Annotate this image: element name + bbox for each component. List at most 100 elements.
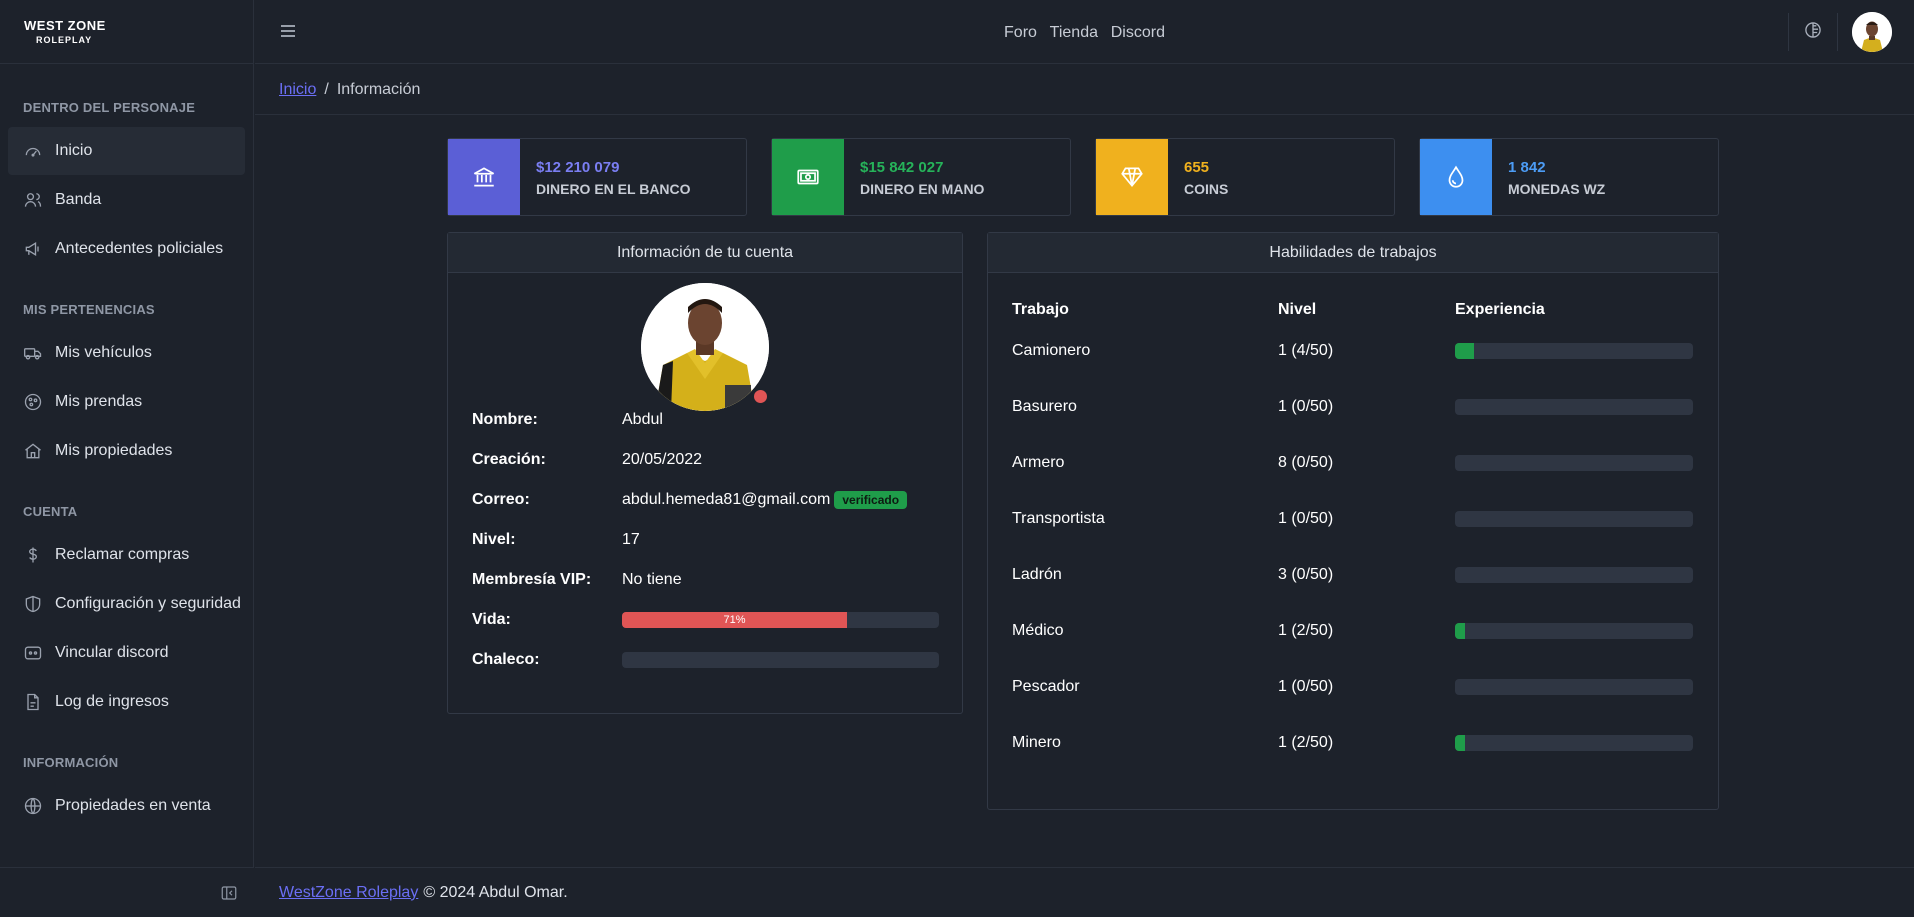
- stat-label: DINERO EN EL BANCO: [536, 181, 691, 197]
- collapse-sidebar-icon[interactable]: [220, 884, 238, 902]
- megaphone-icon: [25, 241, 39, 257]
- shield-icon: [25, 595, 41, 613]
- sidebar-item-label: Configuración y seguridad: [55, 595, 241, 612]
- job-exp-cell: [1455, 567, 1693, 583]
- brand-line2: ROLEPLAY: [36, 35, 93, 45]
- page-footer: WestZone Roleplay © 2024 Abdul Omar.: [255, 867, 1914, 917]
- header-nivel: Nivel: [1278, 301, 1317, 318]
- sidebar-item-label: Mis propiedades: [55, 442, 173, 459]
- sidebar-item-configuracion[interactable]: Configuración y seguridad: [8, 580, 245, 628]
- brand-line1: WEST ZONE: [24, 18, 106, 33]
- job-exp-bar: [1455, 735, 1693, 751]
- job-level: 1 (2/50): [1278, 734, 1334, 751]
- job-name: Transportista: [1012, 510, 1105, 527]
- sidebar-item-propiedades[interactable]: Mis propiedades: [8, 427, 245, 475]
- info-value: 20/05/2022: [622, 451, 703, 468]
- job-row: Transportista 1 (0/50): [1012, 491, 1693, 547]
- info-row-creacion: Creación: 20/05/2022: [472, 451, 702, 469]
- stat-value: $12 210 079: [536, 159, 620, 176]
- job-row: Camionero 1 (4/50): [1012, 323, 1693, 379]
- globe-icon: [24, 797, 42, 815]
- sidebar-item-log[interactable]: Log de ingresos: [8, 678, 245, 726]
- breadcrumb-home-link[interactable]: Inicio: [279, 81, 316, 99]
- job-exp-bar: [1455, 343, 1693, 359]
- job-exp-bar: [1455, 623, 1693, 639]
- profile-avatar: [641, 283, 769, 411]
- job-name: Ladrón: [1012, 566, 1062, 583]
- job-exp-bar: [1455, 511, 1693, 527]
- info-row-vida: Vida: 71%: [472, 611, 939, 629]
- email-text: abdul.hemeda81@gmail.com: [622, 491, 831, 508]
- info-label: Nivel:: [472, 531, 516, 548]
- stat-icon-box: [1096, 139, 1168, 215]
- info-label: Vida:: [472, 611, 511, 628]
- info-row-chaleco: Chaleco:: [472, 651, 939, 669]
- section-title: MIS PERTENENCIAS: [23, 302, 155, 317]
- diamond-icon: [1121, 167, 1143, 188]
- sidebar-item-antecedentes[interactable]: Antecedentes policiales: [8, 225, 245, 273]
- job-exp-bar: [1455, 455, 1693, 471]
- sidebar-item-reclamar[interactable]: Reclamar compras: [8, 531, 245, 579]
- job-exp-cell: [1455, 511, 1693, 527]
- theme-toggle-button[interactable]: [1803, 20, 1823, 45]
- breadcrumb-separator: /: [324, 80, 329, 98]
- bank-icon: [473, 167, 495, 187]
- sidebar: WEST ZONE ROLEPLAY DENTRO DEL PERSONAJE …: [0, 0, 254, 917]
- sidebar-item-banda[interactable]: Banda: [8, 176, 245, 224]
- sidebar-item-discord[interactable]: Vincular discord: [8, 629, 245, 677]
- job-exp-fill: [1455, 735, 1465, 751]
- job-row: Médico 1 (2/50): [1012, 603, 1693, 659]
- job-exp-cell: [1455, 623, 1693, 639]
- job-row: Basurero 1 (0/50): [1012, 379, 1693, 435]
- user-avatar[interactable]: [1852, 12, 1892, 52]
- drop-icon: [1448, 165, 1464, 188]
- jobs-table-header: Trabajo Nivel Experiencia: [1012, 297, 1692, 323]
- header-actions: [1774, 12, 1892, 52]
- section-title: CUENTA: [23, 504, 78, 519]
- sidebar-nav: DENTRO DEL PERSONAJE Inicio Banda Antece…: [0, 64, 253, 830]
- sidebar-item-label: Mis vehículos: [55, 344, 152, 361]
- job-exp-cell: [1455, 455, 1693, 471]
- sidebar-item-inicio[interactable]: Inicio: [8, 127, 245, 175]
- file-icon: [27, 693, 39, 711]
- dollar-icon: [28, 547, 38, 563]
- stat-label: DINERO EN MANO: [860, 181, 985, 197]
- job-name: Camionero: [1012, 342, 1091, 359]
- sidebar-item-propiedades-venta[interactable]: Propiedades en venta: [8, 782, 245, 830]
- info-value-email: abdul.hemeda81@gmail.com verificado: [622, 491, 908, 509]
- job-exp-fill: [1455, 623, 1465, 639]
- job-row: Pescador 1 (0/50): [1012, 659, 1693, 715]
- header-experiencia: Experiencia: [1455, 301, 1545, 318]
- breadcrumb: Inicio / Información: [255, 65, 1914, 115]
- vida-progress-fill: 71%: [622, 612, 848, 628]
- sidebar-item-prendas[interactable]: Mis prendas: [8, 378, 245, 426]
- home-icon: [25, 443, 41, 459]
- job-level: 1 (4/50): [1278, 342, 1334, 359]
- info-value: 17: [622, 531, 640, 548]
- info-row-nivel: Nivel: 17: [472, 531, 640, 549]
- top-link-discord[interactable]: Discord: [1111, 24, 1165, 41]
- job-level: 8 (0/50): [1278, 454, 1334, 471]
- top-link-tienda[interactable]: Tienda: [1050, 24, 1098, 41]
- sidebar-item-label: Mis prendas: [55, 393, 143, 410]
- sidebar-item-label: Antecedentes policiales: [55, 240, 224, 257]
- sidebar-item-vehiculos[interactable]: Mis vehículos: [8, 329, 245, 377]
- info-label: Membresía VIP:: [472, 571, 592, 588]
- job-exp-fill: [1455, 343, 1475, 359]
- job-row: Armero 8 (0/50): [1012, 435, 1693, 491]
- job-row: Minero 1 (2/50): [1012, 715, 1693, 771]
- theme-icon: [1805, 21, 1821, 38]
- info-value: No tiene: [622, 571, 682, 588]
- job-name: Médico: [1012, 622, 1064, 639]
- job-exp-bar: [1455, 399, 1693, 415]
- top-nav: Foro Tienda Discord: [255, 22, 1914, 42]
- status-indicator: [752, 388, 769, 405]
- job-exp-cell: [1455, 343, 1693, 359]
- section-title: INFORMACIÓN: [23, 755, 119, 770]
- footer-link[interactable]: WestZone Roleplay: [279, 884, 418, 902]
- stat-value: $15 842 027: [860, 159, 944, 176]
- job-row: Ladrón 3 (0/50): [1012, 547, 1693, 603]
- brand-logo[interactable]: WEST ZONE ROLEPLAY: [0, 0, 253, 64]
- top-link-foro[interactable]: Foro: [1004, 24, 1037, 41]
- job-name: Armero: [1012, 454, 1065, 471]
